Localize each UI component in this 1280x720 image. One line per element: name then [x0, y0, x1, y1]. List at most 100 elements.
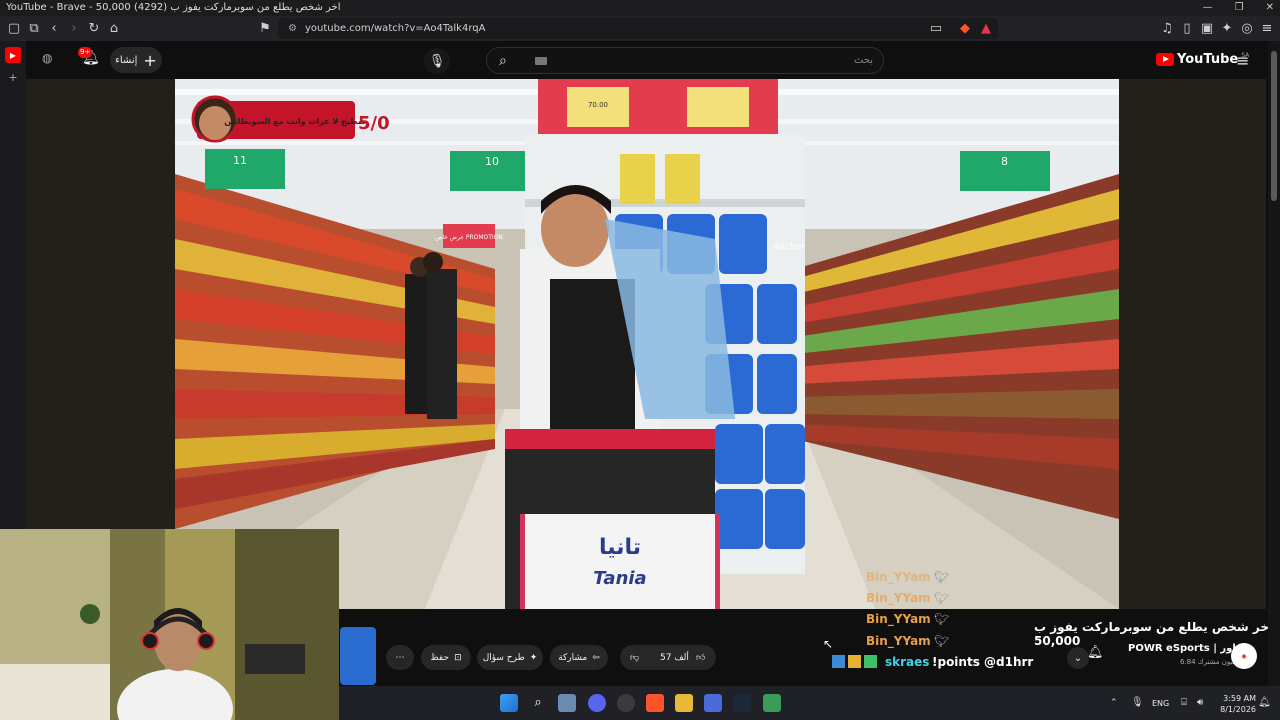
- create-button[interactable]: إنشاء +: [110, 47, 162, 73]
- price-tag: 70.00: [588, 101, 608, 109]
- close-icon[interactable]: ✕: [1266, 0, 1274, 16]
- save-button[interactable]: حفظ ⊡: [421, 645, 471, 670]
- mouse-cursor-icon: ↖: [823, 637, 834, 651]
- taskbar-search-icon[interactable]: ⌕: [529, 694, 547, 712]
- taskbar-app-icon[interactable]: [704, 694, 722, 712]
- system-clock[interactable]: 3:59 AM 8/1/2026: [1214, 693, 1256, 715]
- sparkle-icon: ✦: [529, 652, 538, 663]
- brave-shields-icon[interactable]: ◆: [955, 19, 975, 39]
- obs-icon[interactable]: [617, 694, 635, 712]
- browser-toolbar: ▢ ⧉ ‹ › ↻ ⌂ ⚑ ⚙ youtube.com/watch?v=Ao4T…: [0, 16, 1280, 41]
- microphone-tray-icon[interactable]: 🎙︎: [1131, 697, 1144, 708]
- page-scrollbar[interactable]: [1268, 41, 1280, 686]
- add-tab-icon[interactable]: +: [5, 69, 21, 85]
- chat-bird-icon: 🐦︎: [934, 634, 950, 648]
- clock-date: 8/1/2026: [1220, 705, 1256, 714]
- maximize-icon[interactable]: ❐: [1235, 0, 1244, 16]
- address-bar[interactable]: ⚙ youtube.com/watch?v=Ao4Talk4rqA: [278, 18, 998, 39]
- like-icon[interactable]: 👍︎: [696, 653, 705, 663]
- dislike-icon[interactable]: 👎︎: [630, 653, 639, 663]
- taskbar-app-icon[interactable]: [763, 694, 781, 712]
- youtube-header: ◍ 🔔︎ 9+ إنشاء + 🎙︎ ⌕ بحث YouTube SA ≡: [26, 41, 1266, 79]
- youtube-tab-icon[interactable]: ▶: [5, 47, 21, 63]
- chat-line: Bin_YYam: [866, 570, 931, 584]
- notification-badge: 9+: [78, 47, 93, 58]
- tania-sign-arabic: تانيا: [599, 535, 641, 560]
- aisle-number-10: 10: [485, 155, 499, 168]
- taskbar-store-icon[interactable]: [558, 694, 576, 712]
- tania-sign-latin: Tania: [593, 568, 646, 589]
- channel-avatar[interactable]: ◉: [1231, 643, 1257, 669]
- tray-chevron-icon[interactable]: ⌃: [1110, 698, 1118, 708]
- discord-icon[interactable]: [588, 694, 606, 712]
- overlay-score: 5/0: [358, 113, 390, 134]
- home-icon[interactable]: ⌂: [104, 19, 124, 39]
- cast-icon[interactable]: ▭: [926, 19, 946, 39]
- sidebar-panel-icon[interactable]: ▯: [1177, 19, 1197, 39]
- back-icon[interactable]: ‹: [44, 19, 64, 39]
- webcam-overlay: [0, 529, 339, 720]
- notification-center-icon[interactable]: 🔔︎: [1258, 697, 1271, 708]
- url-text: youtube.com/watch?v=Ao4Talk4rqA: [304, 23, 486, 34]
- network-icon[interactable]: ⌸: [1181, 697, 1187, 708]
- tab-manager-icon[interactable]: ⧉: [24, 19, 44, 39]
- bookmark-icon[interactable]: ⚑: [255, 19, 275, 39]
- channel-name[interactable]: POWR eSports | باور: [1128, 643, 1240, 654]
- thumbnail-preview[interactable]: [340, 627, 376, 685]
- crown-icon: [848, 655, 861, 668]
- scrollbar-thumb[interactable]: [1271, 51, 1277, 201]
- ask-label: طرح سؤال: [482, 652, 525, 663]
- language-indicator[interactable]: ENG: [1152, 699, 1169, 708]
- create-label: إنشاء: [115, 54, 138, 66]
- window-title: YouTube - Brave - 50,000 اخر شخص يطلع من…: [6, 2, 341, 13]
- keyboard-icon[interactable]: [535, 56, 547, 65]
- like-count: 57 ألف: [660, 652, 689, 663]
- sidebar-toggle-icon[interactable]: ▢: [4, 19, 24, 39]
- chat-command-text: !points @d1hrr: [932, 655, 1034, 669]
- more-actions-button[interactable]: ⋯: [386, 645, 414, 670]
- overlay-banner: شطيح لا عزات وانت مع السوبطانين: [224, 117, 366, 126]
- plus-icon: +: [143, 50, 157, 70]
- save-label: حفظ: [430, 652, 450, 663]
- chat-line: Bin_YYam: [866, 612, 931, 626]
- menu-icon[interactable]: ≡: [1257, 19, 1277, 39]
- search-icon[interactable]: ⌕: [499, 53, 507, 69]
- brave-taskbar-icon[interactable]: [646, 694, 664, 712]
- reload-icon[interactable]: ↻: [84, 19, 104, 39]
- subscribe-bell-icon[interactable]: 🔔︎: [1087, 645, 1109, 667]
- wallet-icon[interactable]: ▣: [1197, 19, 1217, 39]
- aisle-number-8: 8: [1001, 155, 1008, 168]
- chat-bird-icon: 🐦︎: [934, 612, 950, 626]
- aisle-number-11: 11: [233, 154, 247, 167]
- vpn-icon[interactable]: ◎: [1237, 19, 1257, 39]
- site-info-icon[interactable]: ⚙: [288, 23, 297, 34]
- brave-rewards-icon[interactable]: ▲: [976, 19, 996, 39]
- share-button[interactable]: مشاركة ⇦: [550, 645, 608, 670]
- volume-icon[interactable]: 🔊︎: [1197, 697, 1203, 708]
- badge-icon: [864, 655, 877, 668]
- share-icon: ⇦: [592, 652, 600, 663]
- steam-icon[interactable]: [733, 694, 751, 712]
- guide-menu-icon[interactable]: ≡: [1236, 51, 1249, 70]
- chat-line: Bin_YYam: [866, 591, 931, 605]
- minimize-icon[interactable]: —: [1203, 0, 1213, 16]
- notification-settings-chevron-icon[interactable]: ⌄: [1067, 647, 1089, 669]
- start-icon[interactable]: [500, 694, 518, 712]
- badge-icon: [832, 655, 845, 668]
- ask-button[interactable]: طرح سؤال ✦: [477, 645, 543, 670]
- extensions-icon[interactable]: ✦: [1217, 19, 1237, 39]
- search-box[interactable]: ⌕ بحث: [486, 47, 884, 74]
- search-input[interactable]: بحث: [854, 55, 873, 66]
- chat-bird-icon: 🐦︎: [934, 570, 950, 584]
- like-dislike-group: 👎︎ 57 ألف 👍︎: [620, 645, 716, 670]
- promo-sign: عرض خاص PROMOTION: [435, 234, 503, 241]
- forward-icon[interactable]: ›: [64, 19, 84, 39]
- avatar[interactable]: ◍: [42, 51, 62, 69]
- chat-command-user: skraes: [885, 655, 930, 669]
- file-explorer-icon[interactable]: [675, 694, 693, 712]
- save-bookmark-icon: ⊡: [454, 652, 462, 663]
- product-brand-label: Anchor: [772, 242, 806, 252]
- media-icon[interactable]: ♫: [1157, 19, 1177, 39]
- voice-search-icon[interactable]: 🎙︎: [424, 48, 450, 74]
- channel-subscribers: 6.84 مليون مشترك: [1180, 658, 1239, 666]
